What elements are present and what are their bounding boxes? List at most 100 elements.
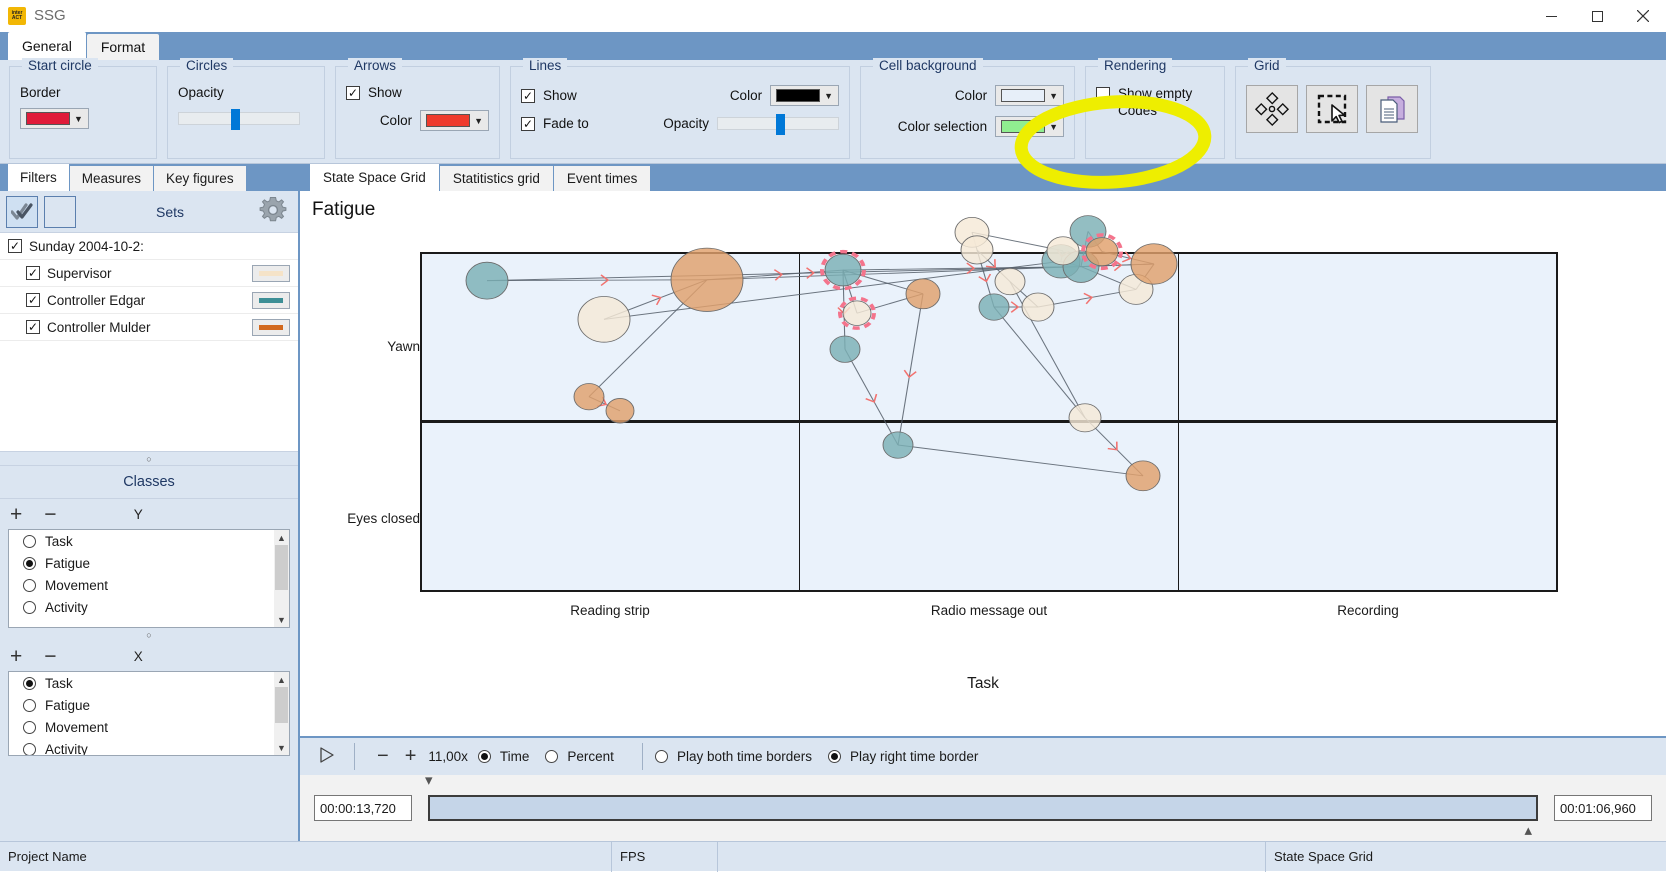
tab-filters[interactable]: Filters bbox=[8, 164, 69, 191]
chevron-down-icon: ▼ bbox=[824, 90, 833, 101]
check-all-button[interactable] bbox=[6, 195, 38, 228]
set-checkbox[interactable]: ✓ bbox=[8, 239, 22, 253]
radio-icon[interactable] bbox=[23, 600, 36, 614]
set-color-swatch[interactable] bbox=[252, 291, 290, 309]
radio-icon[interactable] bbox=[23, 676, 36, 690]
ribbon-tab-format[interactable]: Format bbox=[86, 34, 160, 60]
uncheck-all-button[interactable] bbox=[44, 195, 76, 228]
scroll-up-icon[interactable]: ▲ bbox=[274, 530, 289, 545]
tab-event-times[interactable]: Event times bbox=[553, 166, 651, 191]
show-empty-codes-checkbox[interactable] bbox=[1096, 87, 1110, 101]
tab-key-figures[interactable]: Key figures bbox=[154, 166, 246, 191]
arrows-show-checkbox[interactable]: ✓ bbox=[346, 85, 360, 100]
cell-radio-eyes[interactable] bbox=[799, 421, 1179, 592]
x-option-movement[interactable]: Movement bbox=[9, 716, 289, 738]
y-option-fatigue[interactable]: Fatigue bbox=[9, 552, 289, 574]
x-axis-add-button[interactable]: + bbox=[10, 646, 22, 667]
radio-icon[interactable] bbox=[545, 750, 559, 763]
y-option-movement[interactable]: Movement bbox=[9, 574, 289, 596]
sets-list[interactable]: ✓ Sunday 2004-10-2: ✓ Supervisor ✓ Contr… bbox=[0, 233, 298, 452]
radio-icon[interactable] bbox=[23, 720, 36, 734]
set-checkbox[interactable]: ✓ bbox=[26, 293, 40, 307]
timeline-track[interactable] bbox=[428, 795, 1538, 821]
circles-opacity-slider[interactable] bbox=[178, 108, 300, 130]
set-color-swatch[interactable] bbox=[252, 264, 290, 282]
x-option-activity[interactable]: Activity bbox=[9, 738, 289, 755]
scroll-down-icon[interactable]: ▼ bbox=[274, 740, 289, 755]
x-list-scrollbar[interactable]: ▲ ▼ bbox=[274, 672, 289, 755]
mode-percent-radio[interactable]: Percent bbox=[545, 749, 614, 764]
chevron-down-icon[interactable]: ▾ bbox=[425, 771, 433, 789]
y-list-scrollbar[interactable]: ▲ ▼ bbox=[274, 530, 289, 627]
chevron-up-icon[interactable]: ▴ bbox=[1524, 821, 1532, 839]
play-right-border-radio[interactable]: Play right time border bbox=[828, 749, 978, 764]
start-circle-border-label: Border bbox=[20, 85, 61, 100]
sets-settings-button[interactable] bbox=[258, 195, 292, 228]
grid-diamond-cluster-button[interactable] bbox=[1246, 85, 1298, 133]
y-option-task[interactable]: Task bbox=[9, 530, 289, 552]
cell-recording-eyes[interactable] bbox=[1178, 421, 1558, 592]
scroll-up-icon[interactable]: ▲ bbox=[274, 672, 289, 687]
cell-bg-selection-color-picker[interactable]: ▼ bbox=[995, 116, 1064, 137]
cell-radio-yawn[interactable] bbox=[799, 252, 1179, 422]
end-time-field[interactable]: 00:01:06,960 bbox=[1554, 795, 1652, 821]
x-axis-option-list[interactable]: Task Fatigue Movement Activity ▲ ▼ bbox=[8, 671, 290, 756]
radio-icon[interactable] bbox=[23, 742, 36, 755]
panel-splitter-bottom[interactable]: ○ bbox=[0, 628, 298, 641]
set-color-swatch[interactable] bbox=[252, 318, 290, 336]
start-circle-border-color-picker[interactable]: ▼ bbox=[20, 108, 89, 129]
radio-icon[interactable] bbox=[23, 698, 36, 712]
set-row-controller-edgar[interactable]: ✓ Controller Edgar bbox=[0, 287, 298, 314]
state-space-grid-plot[interactable]: Fatigue Yawn Eyes closed Reading strip R… bbox=[300, 191, 1666, 736]
lines-fade-checkbox[interactable]: ✓ bbox=[521, 116, 535, 131]
set-checkbox[interactable]: ✓ bbox=[26, 320, 40, 334]
maximize-button[interactable] bbox=[1574, 0, 1620, 32]
radio-icon[interactable] bbox=[23, 578, 36, 592]
zoom-in-button[interactable]: + bbox=[405, 745, 417, 768]
cell-reading-eyes[interactable] bbox=[420, 421, 800, 592]
scroll-down-icon[interactable]: ▼ bbox=[274, 612, 289, 627]
y-option-activity[interactable]: Activity bbox=[9, 596, 289, 618]
arrows-color-picker[interactable]: ▼ bbox=[420, 110, 489, 131]
tab-state-space-grid[interactable]: State Space Grid bbox=[310, 164, 439, 191]
set-row-session[interactable]: ✓ Sunday 2004-10-2: bbox=[0, 233, 298, 260]
radio-icon[interactable] bbox=[828, 750, 842, 763]
tab-measures[interactable]: Measures bbox=[69, 166, 154, 191]
x-option-task[interactable]: Task bbox=[9, 672, 289, 694]
lines-opacity-slider[interactable] bbox=[717, 114, 839, 135]
close-button[interactable] bbox=[1620, 0, 1666, 32]
radio-icon[interactable] bbox=[23, 534, 36, 548]
cell-reading-yawn[interactable] bbox=[420, 252, 800, 422]
grid-marquee-select-button[interactable] bbox=[1306, 85, 1358, 133]
y-axis-remove-button[interactable]: − bbox=[44, 504, 56, 525]
scrollbar-thumb[interactable] bbox=[275, 687, 288, 723]
radio-icon[interactable] bbox=[23, 556, 36, 570]
y-axis-add-button[interactable]: + bbox=[10, 504, 22, 525]
x-option-fatigue[interactable]: Fatigue bbox=[9, 694, 289, 716]
x-axis-remove-button[interactable]: − bbox=[44, 646, 56, 667]
set-row-controller-mulder[interactable]: ✓ Controller Mulder bbox=[0, 314, 298, 341]
lines-color-picker[interactable]: ▼ bbox=[770, 85, 839, 106]
scrollbar-thumb[interactable] bbox=[275, 545, 288, 590]
set-row-supervisor[interactable]: ✓ Supervisor bbox=[0, 260, 298, 287]
timeline-track-wrapper[interactable]: ▾ ▴ bbox=[425, 772, 1538, 839]
start-time-field[interactable]: 00:00:13,720 bbox=[314, 795, 412, 821]
radio-icon[interactable] bbox=[654, 750, 668, 763]
slider-thumb[interactable] bbox=[776, 114, 786, 135]
ribbon-tab-general[interactable]: General bbox=[8, 32, 86, 60]
set-checkbox[interactable]: ✓ bbox=[26, 266, 40, 280]
cell-bg-color-picker[interactable]: ▼ bbox=[995, 85, 1064, 106]
y-axis-option-list[interactable]: Task Fatigue Movement Activity ▲ ▼ bbox=[8, 529, 290, 628]
grid-copy-documents-button[interactable] bbox=[1366, 85, 1418, 133]
tab-statistics-grid[interactable]: Statitistics grid bbox=[439, 166, 553, 191]
mode-time-radio[interactable]: Time bbox=[477, 749, 529, 764]
play-both-borders-radio[interactable]: Play both time borders bbox=[654, 749, 812, 764]
play-button[interactable] bbox=[312, 746, 342, 767]
radio-icon[interactable] bbox=[477, 750, 491, 763]
cell-recording-yawn[interactable] bbox=[1178, 252, 1558, 422]
zoom-out-button[interactable]: − bbox=[377, 745, 389, 768]
slider-thumb[interactable] bbox=[231, 108, 241, 130]
panel-splitter-top[interactable]: ○ bbox=[0, 452, 298, 465]
lines-show-checkbox[interactable]: ✓ bbox=[521, 88, 535, 103]
minimize-button[interactable] bbox=[1528, 0, 1574, 32]
